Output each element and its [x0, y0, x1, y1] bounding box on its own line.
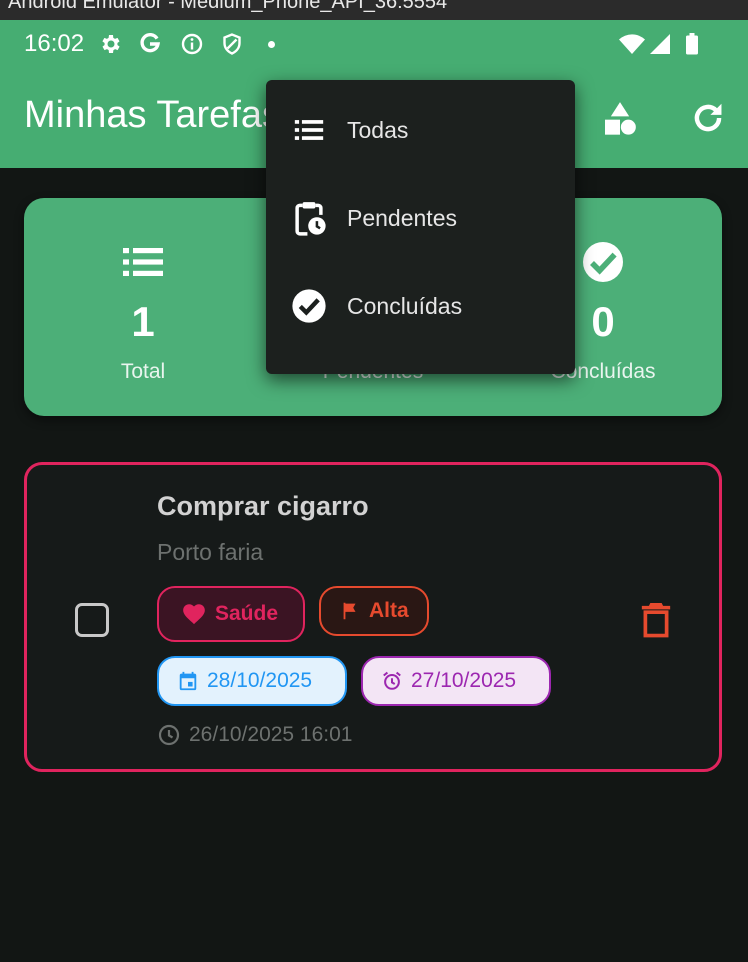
shapes-icon	[605, 102, 636, 135]
refresh-icon	[694, 103, 722, 132]
task-description: Porto faria	[157, 539, 264, 565]
battery-icon	[686, 33, 698, 55]
reminder-chip: 27/10/2025	[361, 656, 551, 706]
heart-icon	[183, 604, 205, 625]
task-title: Comprar cigarro	[157, 491, 369, 521]
menu-item-label: Pendentes	[347, 204, 457, 231]
menu-item-todas[interactable]: Todas	[266, 86, 575, 174]
page-title: Minhas Tarefas	[24, 94, 281, 136]
emulator-title: Android Emulator - Medium_Phone_API_36:5…	[8, 0, 448, 13]
filter-menu: Todas Pendentes Concluídas	[266, 80, 575, 374]
delete-task-button[interactable]	[635, 597, 677, 643]
menu-item-concluidas[interactable]: Concluídas	[266, 262, 575, 350]
flag-icon	[343, 602, 356, 620]
emulator-title-bar: Android Emulator - Medium_Phone_API_36:5…	[0, 0, 748, 20]
list-icon	[288, 109, 330, 151]
stat-total: 1 Total	[27, 198, 259, 416]
category-label: Saúde	[215, 602, 279, 625]
shield-icon	[223, 33, 241, 55]
menu-item-pendentes[interactable]: Pendentes	[266, 174, 575, 262]
calendar-icon	[179, 671, 197, 691]
menu-item-label: Concluídas	[347, 292, 463, 319]
wifi-icon	[619, 34, 645, 54]
status-bar: 16:02	[0, 20, 748, 68]
notification-dot-icon	[268, 41, 275, 48]
due-date-label: 28/10/2025	[207, 669, 313, 692]
created-timestamp: 26/10/2025 16:01	[157, 723, 353, 747]
clock-icon	[158, 724, 180, 746]
check-circle-icon	[288, 285, 330, 327]
category-chip: Saúde	[157, 586, 305, 642]
list-icon	[117, 236, 169, 288]
priority-chip: Alta	[319, 586, 429, 636]
stat-total-value: 1	[131, 298, 155, 345]
trash-icon	[641, 603, 671, 638]
menu-item-label: Todas	[347, 116, 409, 143]
created-label: 26/10/2025 16:01	[189, 723, 353, 746]
clipboard-clock-icon	[288, 197, 330, 239]
stat-total-label: Total	[120, 360, 166, 383]
check-circle-icon	[577, 236, 629, 288]
task-checkbox[interactable]	[75, 603, 109, 637]
refresh-button[interactable]	[686, 96, 730, 140]
alarm-icon	[383, 671, 401, 690]
category-filter-button[interactable]	[598, 96, 642, 140]
due-date-chip: 28/10/2025	[157, 656, 347, 706]
settings-gear-icon	[102, 35, 120, 53]
info-icon	[181, 33, 203, 55]
signal-icon	[650, 34, 670, 54]
task-card[interactable]: Comprar cigarro Porto faria Saúde Alta 2…	[24, 462, 722, 772]
reminder-label: 27/10/2025	[411, 669, 517, 692]
google-icon	[140, 33, 161, 53]
priority-label: Alta	[369, 599, 409, 622]
status-time: 16:02	[24, 30, 85, 57]
